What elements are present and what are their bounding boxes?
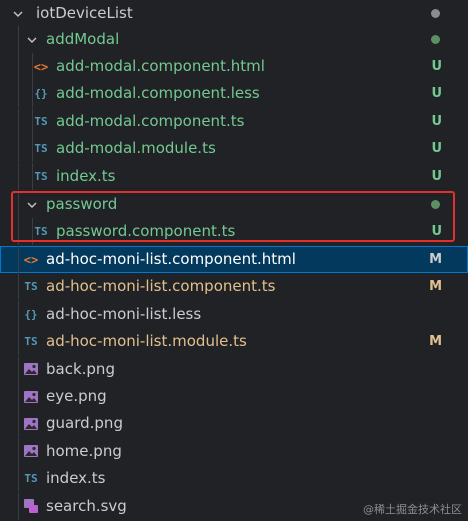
svg-file-icon	[20, 493, 42, 520]
file-row[interactable]: <> ad-hoc-moni-list.component.html M	[0, 246, 468, 273]
folder-addmodal[interactable]: addModal	[0, 26, 468, 53]
ts-file-icon: TS	[34, 169, 48, 183]
file-label: ad-hoc-moni-list.less	[46, 304, 202, 323]
git-status-badge: M	[429, 334, 442, 350]
file-label: home.png	[46, 441, 122, 460]
indent-guide	[18, 53, 19, 80]
git-status-badge: U	[431, 59, 442, 74]
file-row[interactable]: home.png	[0, 437, 468, 465]
indent-guide	[18, 80, 19, 108]
ts-file-icon: TS	[24, 472, 38, 486]
file-label: guard.png	[46, 414, 123, 433]
file-row[interactable]: TS index.ts	[0, 465, 468, 493]
file-label: add-modal.component.less	[56, 84, 260, 103]
indent-guide	[18, 465, 19, 493]
chevron-down-icon[interactable]	[10, 0, 26, 27]
file-label: back.png	[46, 359, 115, 378]
chevron-down-icon[interactable]	[24, 26, 40, 53]
file-row[interactable]: eye.png	[0, 383, 468, 410]
image-file-icon	[20, 410, 42, 437]
indent-guide	[18, 355, 19, 383]
file-row[interactable]: <> add-modal.component.html U	[0, 53, 468, 80]
ts-file-icon: TS	[24, 335, 38, 349]
file-row[interactable]: TS add-modal.component.ts U	[0, 107, 468, 135]
indent-guide	[18, 383, 19, 410]
folder-label: addModal	[46, 30, 120, 48]
git-status-badge: U	[431, 86, 442, 102]
indent-guide	[18, 107, 19, 135]
ts-file-icon: TS	[34, 114, 48, 128]
git-status-badge: M	[429, 279, 442, 295]
ts-file-icon: TS	[34, 142, 48, 156]
folder-label: iotDeviceList	[36, 4, 133, 22]
git-status-badge: U	[431, 168, 442, 184]
indent-guide	[18, 135, 19, 163]
indent-guide	[18, 162, 19, 190]
file-label: ad-hoc-moni-list.component.html	[46, 250, 296, 268]
image-file-icon	[20, 356, 42, 383]
indent-guide	[18, 300, 19, 328]
html-file-icon: <>	[23, 252, 39, 267]
git-status-badge: U	[431, 141, 442, 157]
file-row[interactable]: TS ad-hoc-moni-list.component.ts M	[0, 273, 468, 301]
highlight-box	[11, 191, 455, 242]
file-label: add-modal.component.html	[56, 57, 265, 75]
file-label: search.svg	[46, 496, 127, 515]
file-row[interactable]: TS add-modal.module.ts U	[0, 135, 468, 163]
file-label: ad-hoc-moni-list.module.ts	[46, 332, 247, 351]
image-file-icon	[20, 383, 42, 410]
file-row[interactable]: back.png	[0, 355, 468, 383]
image-file-icon	[20, 438, 42, 465]
indent-guide	[18, 273, 19, 301]
file-label: eye.png	[46, 387, 107, 405]
less-file-icon: {}	[34, 87, 48, 101]
indent-guide	[18, 246, 19, 273]
file-row[interactable]: {} add-modal.component.less U	[0, 80, 468, 108]
indent-guide	[18, 437, 19, 465]
git-status-badge: U	[431, 113, 442, 129]
file-explorer: iotDeviceList addModal <> add-modal.compo…	[0, 0, 468, 521]
file-label: index.ts	[46, 469, 106, 488]
file-label: add-modal.module.ts	[56, 139, 216, 158]
modified-dot	[431, 9, 440, 18]
file-label: index.ts	[56, 166, 116, 185]
ts-file-icon: TS	[24, 280, 38, 294]
file-label: add-modal.component.ts	[56, 111, 245, 130]
indent-guide	[18, 492, 19, 520]
indent-guide	[18, 328, 19, 356]
file-row[interactable]: {} ad-hoc-moni-list.less	[0, 300, 468, 328]
git-status-badge: M	[429, 252, 442, 267]
indent-guide	[18, 410, 19, 438]
file-row[interactable]: guard.png	[0, 410, 468, 438]
folder-iotdevicelist[interactable]: iotDeviceList	[0, 0, 468, 27]
file-row[interactable]: TS ad-hoc-moni-list.module.ts M	[0, 328, 468, 356]
file-row[interactable]: TS index.ts U	[0, 162, 468, 190]
watermark: @稀土掘金技术社区	[363, 503, 462, 516]
untracked-dot	[431, 35, 440, 44]
file-label: ad-hoc-moni-list.component.ts	[46, 277, 276, 296]
html-file-icon: <>	[33, 59, 49, 74]
less-file-icon: {}	[24, 307, 38, 321]
indent-guide	[18, 26, 19, 53]
